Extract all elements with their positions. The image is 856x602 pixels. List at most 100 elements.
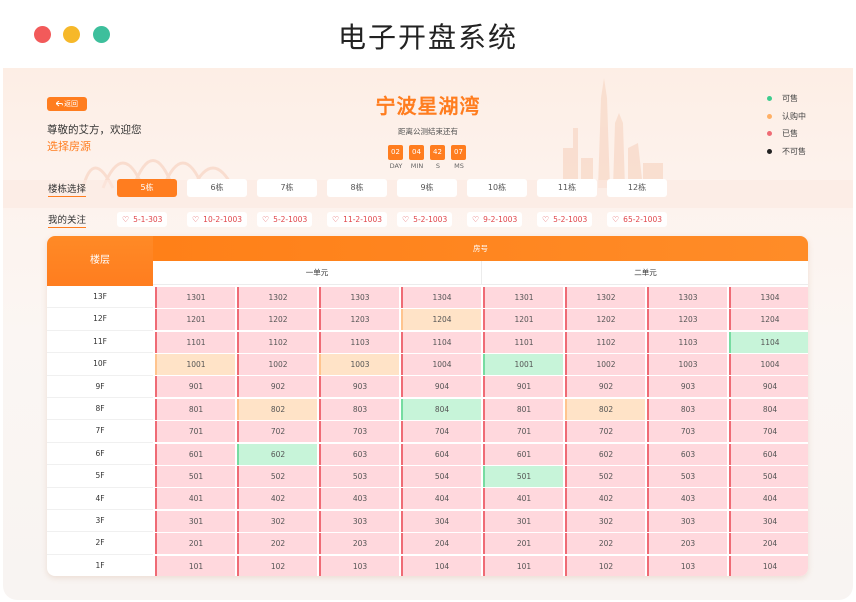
room-cell[interactable]: 1004: [401, 353, 481, 375]
room-cell[interactable]: 303: [647, 510, 727, 532]
room-cell[interactable]: 1104: [729, 331, 808, 353]
room-cell[interactable]: 904: [729, 376, 808, 398]
room-cell[interactable]: 804: [401, 398, 481, 420]
room-cell[interactable]: 1202: [565, 309, 645, 331]
room-cell[interactable]: 902: [565, 376, 645, 398]
room-cell[interactable]: 1103: [647, 331, 727, 353]
room-cell[interactable]: 803: [319, 398, 399, 420]
room-cell[interactable]: 104: [729, 555, 808, 576]
building-tab[interactable]: 7栋: [257, 179, 317, 197]
room-cell[interactable]: 1003: [319, 353, 399, 375]
room-cell[interactable]: 1202: [237, 309, 317, 331]
room-cell[interactable]: 904: [401, 376, 481, 398]
building-tab[interactable]: 9栋: [397, 179, 457, 197]
room-cell[interactable]: 302: [565, 510, 645, 532]
room-cell[interactable]: 704: [729, 421, 808, 443]
room-cell[interactable]: 303: [319, 510, 399, 532]
favorite-chip[interactable]: ♡ 65-2-1003: [607, 212, 667, 227]
room-cell[interactable]: 501: [483, 465, 563, 487]
room-cell[interactable]: 204: [729, 533, 808, 555]
room-cell[interactable]: 1101: [155, 331, 235, 353]
room-cell[interactable]: 701: [155, 421, 235, 443]
room-cell[interactable]: 804: [729, 398, 808, 420]
room-cell[interactable]: 701: [483, 421, 563, 443]
room-cell[interactable]: 1303: [647, 286, 727, 308]
room-cell[interactable]: 901: [155, 376, 235, 398]
room-cell[interactable]: 602: [237, 443, 317, 465]
room-cell[interactable]: 402: [565, 488, 645, 510]
room-cell[interactable]: 1304: [401, 286, 481, 308]
building-tab[interactable]: 8栋: [327, 179, 387, 197]
room-cell[interactable]: 1102: [565, 331, 645, 353]
room-cell[interactable]: 203: [647, 533, 727, 555]
room-cell[interactable]: 1101: [483, 331, 563, 353]
room-cell[interactable]: 1102: [237, 331, 317, 353]
room-cell[interactable]: 603: [647, 443, 727, 465]
favorite-chip[interactable]: ♡ 10-2-1003: [187, 212, 247, 227]
room-cell[interactable]: 201: [483, 533, 563, 555]
room-cell[interactable]: 1204: [729, 309, 808, 331]
room-cell[interactable]: 501: [155, 465, 235, 487]
room-cell[interactable]: 902: [237, 376, 317, 398]
room-cell[interactable]: 102: [565, 555, 645, 576]
room-cell[interactable]: 1301: [155, 286, 235, 308]
room-cell[interactable]: 1004: [729, 353, 808, 375]
room-cell[interactable]: 903: [319, 376, 399, 398]
room-cell[interactable]: 103: [319, 555, 399, 576]
room-cell[interactable]: 1302: [565, 286, 645, 308]
room-cell[interactable]: 603: [319, 443, 399, 465]
room-cell[interactable]: 302: [237, 510, 317, 532]
room-cell[interactable]: 1001: [155, 353, 235, 375]
room-cell[interactable]: 1303: [319, 286, 399, 308]
favorite-chip[interactable]: ♡ 5-1-303: [117, 212, 168, 227]
room-cell[interactable]: 304: [401, 510, 481, 532]
room-cell[interactable]: 304: [729, 510, 808, 532]
room-cell[interactable]: 401: [483, 488, 563, 510]
room-cell[interactable]: 703: [647, 421, 727, 443]
room-cell[interactable]: 1201: [155, 309, 235, 331]
room-cell[interactable]: 503: [647, 465, 727, 487]
room-cell[interactable]: 1203: [647, 309, 727, 331]
favorite-chip[interactable]: ♡ 5-2-1003: [257, 212, 313, 227]
room-cell[interactable]: 504: [401, 465, 481, 487]
room-cell[interactable]: 404: [401, 488, 481, 510]
room-cell[interactable]: 704: [401, 421, 481, 443]
room-cell[interactable]: 101: [155, 555, 235, 576]
room-cell[interactable]: 404: [729, 488, 808, 510]
room-cell[interactable]: 204: [401, 533, 481, 555]
room-cell[interactable]: 403: [647, 488, 727, 510]
room-cell[interactable]: 703: [319, 421, 399, 443]
room-cell[interactable]: 504: [729, 465, 808, 487]
room-cell[interactable]: 802: [565, 398, 645, 420]
room-cell[interactable]: 104: [401, 555, 481, 576]
building-tab[interactable]: 12栋: [607, 179, 667, 197]
room-cell[interactable]: 1203: [319, 309, 399, 331]
room-cell[interactable]: 1204: [401, 309, 481, 331]
room-cell[interactable]: 102: [237, 555, 317, 576]
room-cell[interactable]: 402: [237, 488, 317, 510]
room-cell[interactable]: 1103: [319, 331, 399, 353]
favorite-chip[interactable]: ♡ 5-2-1003: [537, 212, 593, 227]
room-cell[interactable]: 1104: [401, 331, 481, 353]
building-tab[interactable]: 5栋: [117, 179, 177, 197]
room-cell[interactable]: 604: [401, 443, 481, 465]
room-cell[interactable]: 1201: [483, 309, 563, 331]
room-cell[interactable]: 702: [565, 421, 645, 443]
room-cell[interactable]: 901: [483, 376, 563, 398]
building-tab[interactable]: 6栋: [187, 179, 247, 197]
room-cell[interactable]: 202: [237, 533, 317, 555]
room-cell[interactable]: 502: [237, 465, 317, 487]
room-cell[interactable]: 101: [483, 555, 563, 576]
room-cell[interactable]: 401: [155, 488, 235, 510]
room-cell[interactable]: 801: [155, 398, 235, 420]
room-cell[interactable]: 301: [155, 510, 235, 532]
room-cell[interactable]: 1002: [237, 353, 317, 375]
room-cell[interactable]: 503: [319, 465, 399, 487]
room-cell[interactable]: 201: [155, 533, 235, 555]
room-cell[interactable]: 203: [319, 533, 399, 555]
room-cell[interactable]: 202: [565, 533, 645, 555]
room-cell[interactable]: 604: [729, 443, 808, 465]
room-cell[interactable]: 103: [647, 555, 727, 576]
room-cell[interactable]: 1001: [483, 353, 563, 375]
building-tab[interactable]: 10栋: [467, 179, 527, 197]
